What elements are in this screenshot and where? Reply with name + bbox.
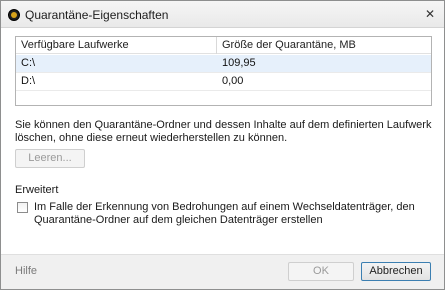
- column-header-size[interactable]: Größe der Quarantäne, MB: [222, 39, 356, 51]
- size-cell: 0,00: [222, 75, 244, 87]
- table-header: Verfügbare Laufwerke Größe der Quarantän…: [16, 37, 431, 54]
- ok-button[interactable]: OK: [288, 262, 354, 281]
- help-link[interactable]: Hilfe: [15, 265, 37, 277]
- title-bar: Quarantäne-Eigenschaften ✕: [1, 1, 444, 28]
- size-cell: 109,95: [222, 57, 256, 69]
- removable-media-checkbox[interactable]: [17, 202, 28, 213]
- removable-media-checkbox-label[interactable]: Im Falle der Erkennung von Bedrohungen a…: [34, 201, 434, 227]
- quarantine-properties-dialog: Quarantäne-Eigenschaften ✕ Verfügbare La…: [0, 0, 445, 290]
- drive-cell: C:\: [21, 57, 36, 69]
- column-divider: [216, 37, 217, 54]
- cancel-button[interactable]: Abbrechen: [361, 262, 431, 281]
- table-row[interactable]: C:\ 109,95: [16, 55, 431, 72]
- dialog-footer: Hilfe OK Abbrechen: [1, 254, 444, 289]
- drive-cell: D:\: [21, 75, 36, 87]
- window-title: Quarantäne-Eigenschaften: [25, 8, 169, 22]
- app-logo-icon: [8, 9, 20, 21]
- column-header-drives[interactable]: Verfügbare Laufwerke: [21, 39, 129, 51]
- close-icon[interactable]: ✕: [422, 7, 438, 21]
- drives-table: Verfügbare Laufwerke Größe der Quarantän…: [15, 36, 432, 106]
- clear-quarantine-button[interactable]: Leeren...: [15, 149, 85, 168]
- row-divider: [16, 90, 431, 91]
- clear-description: Sie können den Quarantäne-Ordner und des…: [15, 119, 432, 144]
- table-row[interactable]: D:\ 0,00: [16, 73, 431, 90]
- advanced-section-label: Erweitert: [15, 184, 59, 196]
